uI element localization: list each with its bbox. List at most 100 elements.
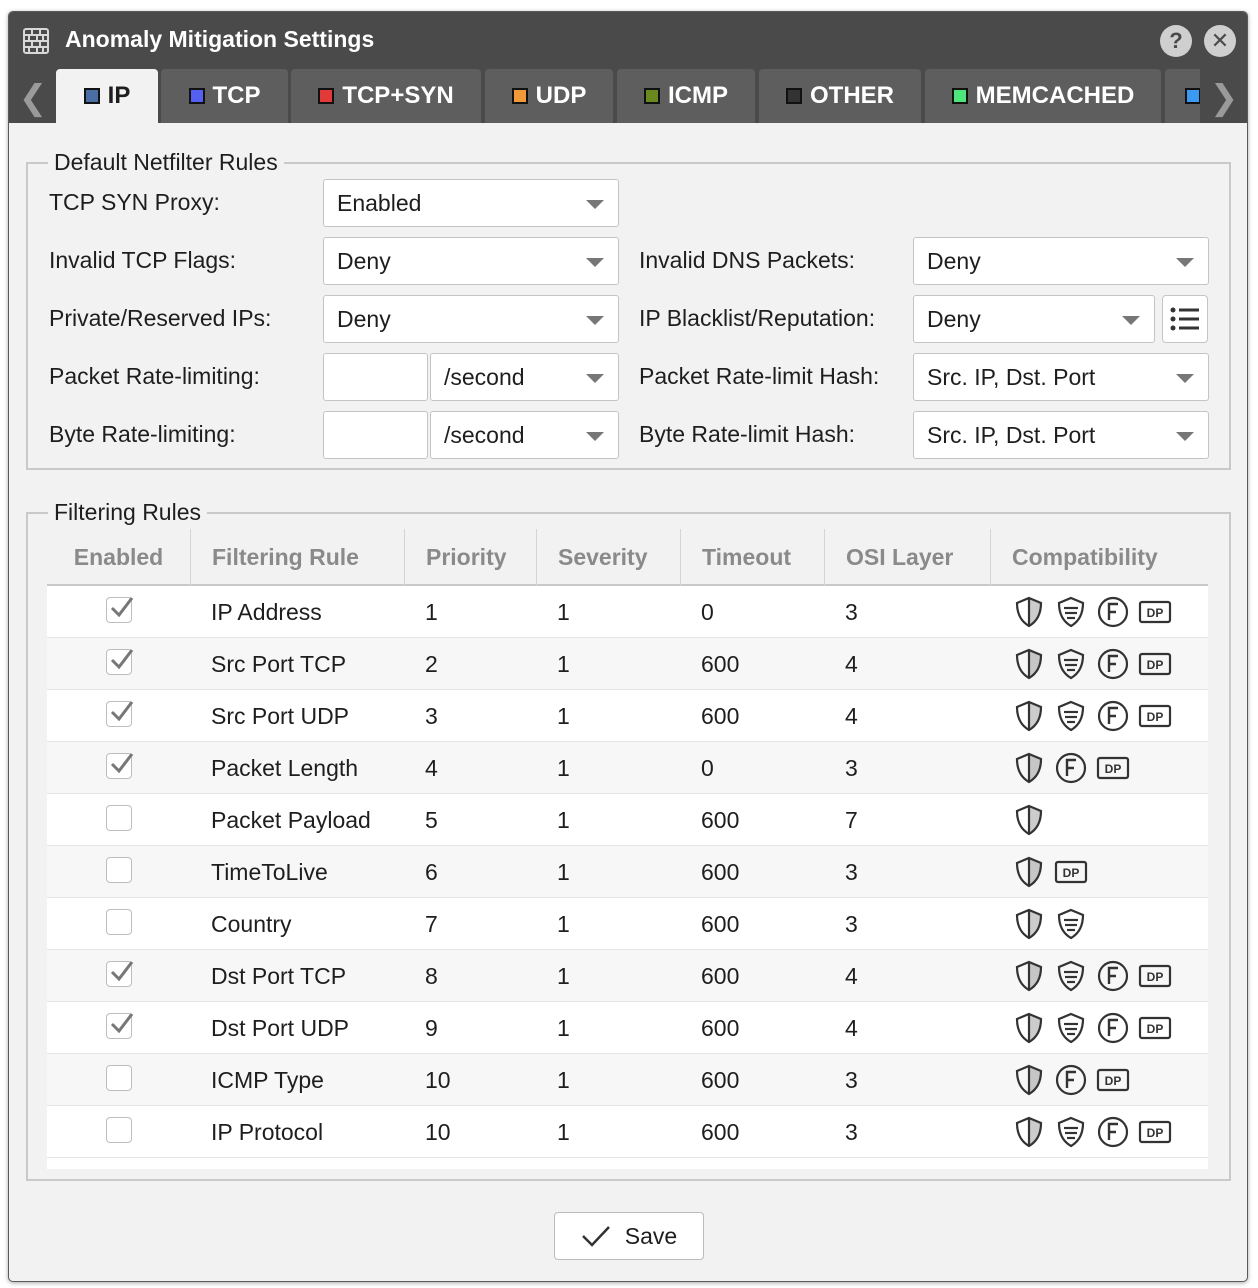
- packet-rate-limit-hash-select[interactable]: Src. IP, Dst. Port: [913, 353, 1209, 401]
- enabled-checkbox[interactable]: [106, 649, 134, 675]
- select-value: /second: [444, 363, 525, 390]
- table-row[interactable]: Dst Port TCP 8 1 600 4 DP: [47, 950, 1208, 1002]
- tab-more[interactable]: [1165, 69, 1200, 123]
- enabled-checkbox[interactable]: [106, 701, 134, 727]
- priority-cell: 4: [425, 754, 438, 781]
- tab-color-swatch: [644, 88, 660, 104]
- packet-rate-limit-hash-label: Packet Rate-limit Hash:: [639, 363, 880, 389]
- byte-rate-limit-hash-label: Byte Rate-limit Hash:: [639, 421, 856, 447]
- table-row[interactable]: Src Port UDP 3 1 600 4 DP: [47, 690, 1208, 742]
- ip-blacklist-label: IP Blacklist/Reputation:: [639, 305, 876, 331]
- byte-rate-unit-select[interactable]: /second: [430, 411, 619, 459]
- column-header-timeout[interactable]: Timeout: [680, 529, 824, 586]
- f-circle-icon: [1097, 1116, 1129, 1148]
- ip-blacklist-select[interactable]: Deny: [913, 295, 1155, 343]
- tab-scroll-right-button[interactable]: ❯: [1204, 74, 1244, 122]
- osi-layer-cell: 4: [845, 962, 858, 989]
- compatibility-cell: DP: [1012, 1106, 1180, 1158]
- column-header-rule[interactable]: Filtering Rule: [190, 529, 404, 586]
- dp-icon: DP: [1138, 964, 1172, 988]
- svg-text:DP: DP: [1147, 1126, 1164, 1140]
- blacklist-manage-button[interactable]: [1162, 295, 1208, 343]
- select-value: Src. IP, Dst. Port: [927, 363, 1096, 390]
- svg-text:DP: DP: [1147, 658, 1164, 672]
- rule-name-cell: Src Port TCP: [211, 650, 347, 677]
- svg-text:DP: DP: [1063, 866, 1080, 880]
- severity-cell: 1: [557, 702, 570, 729]
- dp-icon: DP: [1054, 860, 1088, 884]
- tab-udp[interactable]: UDP: [485, 69, 613, 123]
- table-row[interactable]: ICMP Type 10 1 600 3 DP: [47, 1054, 1208, 1106]
- enabled-checkbox[interactable]: [106, 857, 132, 883]
- checkmark-icon: [110, 597, 134, 618]
- private-reserved-ips-label: Private/Reserved IPs:: [49, 305, 272, 331]
- tab-label: TCP: [212, 82, 261, 109]
- tab-color-swatch: [786, 88, 802, 104]
- chevron-down-icon: [1176, 374, 1194, 383]
- filter-shield-icon: [1057, 960, 1085, 992]
- invalid-tcp-flags-select[interactable]: Deny: [323, 237, 619, 285]
- tab-tcp[interactable]: TCP: [161, 69, 288, 123]
- rule-name-cell: IP Address: [211, 598, 322, 625]
- tab-color-swatch: [1185, 88, 1200, 104]
- filter-shield-icon: [1057, 700, 1085, 732]
- enabled-checkbox[interactable]: [106, 1065, 132, 1091]
- priority-cell: 9: [425, 1014, 438, 1041]
- tab-scroll-left-button[interactable]: ❮: [13, 74, 53, 122]
- packet-rate-limit-input[interactable]: [323, 353, 428, 401]
- enabled-checkbox[interactable]: [106, 909, 132, 935]
- table-row[interactable]: Src Port TCP 2 1 600 4 DP: [47, 638, 1208, 690]
- shield-icon: [1015, 648, 1043, 680]
- column-header-severity[interactable]: Severity: [536, 529, 680, 586]
- priority-cell: 6: [425, 858, 438, 885]
- table-row[interactable]: Country 7 1 600 3: [47, 898, 1208, 950]
- close-button[interactable]: ✕: [1204, 25, 1236, 57]
- list-icon: [1170, 307, 1199, 331]
- enabled-checkbox[interactable]: [106, 597, 134, 623]
- tab-label: ICMP: [668, 82, 728, 109]
- tcp-syn-proxy-select[interactable]: Enabled: [323, 179, 619, 227]
- group-legend: Filtering Rules: [54, 499, 201, 525]
- filter-shield-icon: [1057, 908, 1085, 940]
- byte-rate-limit-input[interactable]: [323, 411, 428, 459]
- enabled-checkbox[interactable]: [106, 961, 134, 987]
- enabled-checkbox[interactable]: [106, 753, 134, 779]
- save-label: Save: [624, 1222, 678, 1249]
- table-row[interactable]: Packet Payload 5 1 600 7: [47, 794, 1208, 846]
- select-value: Deny: [337, 247, 391, 274]
- tab-tcp-syn[interactable]: TCP+SYN: [291, 69, 481, 123]
- compatibility-cell: DP: [1012, 742, 1138, 794]
- column-header-enabled[interactable]: Enabled: [47, 529, 190, 586]
- table-row[interactable]: Packet Length 4 1 0 3 DP: [47, 742, 1208, 794]
- table-row[interactable]: IP Address 1 1 0 3 DP: [47, 586, 1208, 638]
- tab-ip[interactable]: IP: [56, 69, 158, 123]
- enabled-checkbox[interactable]: [106, 1117, 132, 1143]
- packet-rate-unit-select[interactable]: /second: [430, 353, 619, 401]
- tab-icmp[interactable]: ICMP: [617, 69, 755, 123]
- priority-cell: 3: [425, 702, 438, 729]
- chevron-down-icon: [586, 316, 604, 325]
- private-reserved-ips-select[interactable]: Deny: [323, 295, 619, 343]
- enabled-checkbox[interactable]: [106, 1013, 134, 1039]
- tab-label: IP: [107, 82, 131, 109]
- column-header-osi-layer[interactable]: OSI Layer: [824, 529, 990, 586]
- tab-other[interactable]: OTHER: [759, 69, 921, 123]
- packet-rate-limiting-label: Packet Rate-limiting:: [49, 363, 260, 389]
- byte-rate-limit-hash-select[interactable]: Src. IP, Dst. Port: [913, 411, 1209, 459]
- column-header-compatibility[interactable]: Compatibility: [990, 529, 1208, 586]
- severity-cell: 1: [557, 754, 570, 781]
- enabled-checkbox[interactable]: [106, 805, 132, 831]
- compatibility-cell: DP: [1012, 690, 1180, 742]
- help-button[interactable]: ?: [1160, 25, 1192, 57]
- timeout-cell: 600: [701, 1066, 740, 1093]
- column-header-priority[interactable]: Priority: [404, 529, 536, 586]
- table-row[interactable]: Dst Port UDP 9 1 600 4 DP: [47, 1002, 1208, 1054]
- table-row[interactable]: TimeToLive 6 1 600 3 DP: [47, 846, 1208, 898]
- anomaly-mitigation-dialog: Anomaly Mitigation Settings ? ✕ ❮ IP TCP…: [8, 11, 1248, 1282]
- compatibility-cell: [1012, 794, 1054, 846]
- table-row[interactable]: IP Protocol 10 1 600 3 DP: [47, 1106, 1208, 1158]
- osi-layer-cell: 3: [845, 910, 858, 937]
- save-button[interactable]: Save: [554, 1212, 704, 1260]
- tab-memcached[interactable]: MEMCACHED: [925, 69, 1161, 123]
- invalid-dns-packets-select[interactable]: Deny: [913, 237, 1209, 285]
